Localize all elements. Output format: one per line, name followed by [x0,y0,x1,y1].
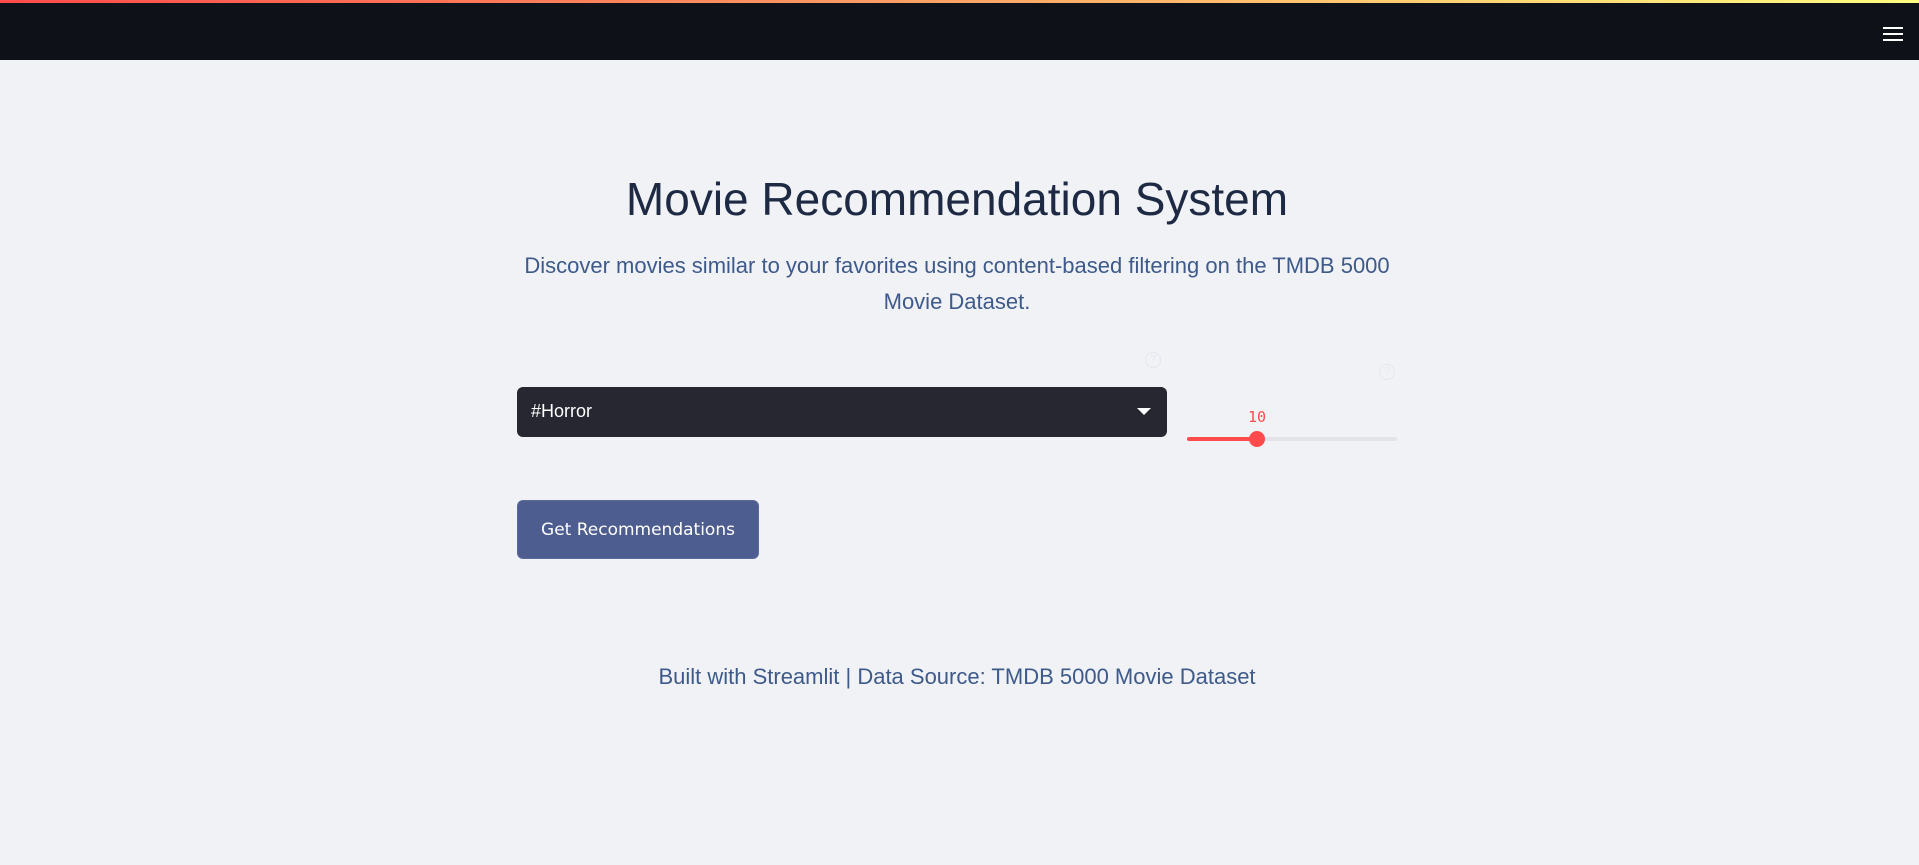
slider-fill [1187,437,1257,441]
slider-current-value: 10 [1248,408,1267,426]
chevron-down-icon [1137,408,1151,415]
recommendations-slider-track[interactable] [1187,431,1397,447]
page-title: Movie Recommendation System [625,173,1289,225]
app-header [0,3,1919,60]
page-description: Discover movies similar to your favorite… [524,253,1390,314]
get-recommendations-button[interactable]: Get Recommendations [517,500,759,559]
slider-label: Number of recommendations: [1187,352,1319,397]
movie-select-label: Choose a movie: [517,352,638,369]
movie-select-value: #Horror [531,401,593,421]
movie-select[interactable]: #Horror [517,387,1167,437]
slider-thumb[interactable] [1249,431,1265,447]
slider-max-label: 20 [1374,458,1393,476]
footer-text: Built with Streamlit | Data Source: TMDB… [658,664,1256,689]
hamburger-menu-icon[interactable] [1881,22,1905,46]
question-circle-icon[interactable]: ? [1145,352,1161,368]
app-window: Movie Recommendation System Discover mov… [0,0,1919,865]
question-circle-icon[interactable]: ? [1379,364,1395,380]
slider-min-label: 5 [1187,458,1197,476]
